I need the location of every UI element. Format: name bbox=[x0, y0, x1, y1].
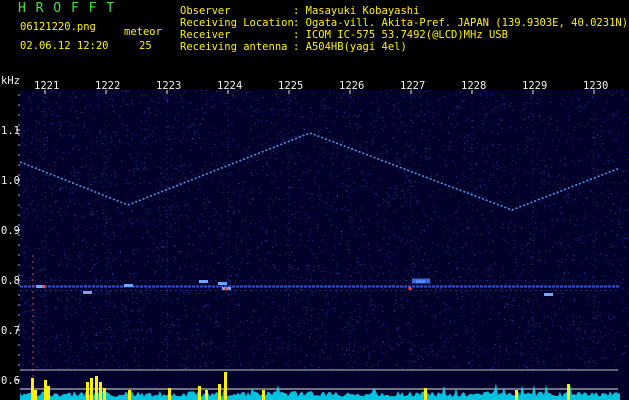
time-label: 1227 bbox=[400, 80, 425, 92]
y-tick-label: 0.8 bbox=[1, 275, 20, 287]
time-label: 1223 bbox=[156, 80, 181, 92]
time-label: 1224 bbox=[217, 80, 242, 92]
y-tick-label: 1.0 bbox=[1, 175, 20, 187]
meteor-echo-7 bbox=[544, 293, 553, 296]
time-label: 1222 bbox=[95, 80, 120, 92]
time-label: 1226 bbox=[339, 80, 364, 92]
time-label: 1228 bbox=[461, 80, 486, 92]
spectrogram: 1.1 1.0 0.9 0.8 0.7 0.6 kHz 1221 1222 1223 1224 122… bbox=[1, 75, 629, 400]
hot-echo-1 bbox=[224, 286, 228, 291]
hot-echo-0 bbox=[42, 284, 46, 289]
meteor-echo-4 bbox=[218, 282, 227, 285]
meteor-echo-cluster bbox=[412, 278, 430, 284]
y-tick-label: 0.9 bbox=[1, 225, 20, 237]
time-label: 1230 bbox=[583, 80, 608, 92]
y-tick-label: 1.1 bbox=[1, 125, 20, 137]
time-label: 1221 bbox=[34, 80, 59, 92]
meteor-echo-2 bbox=[124, 284, 133, 287]
meteor-echo-3 bbox=[199, 280, 208, 283]
y-unit-label: kHz bbox=[1, 75, 20, 87]
y-tick-label: 0.6 bbox=[1, 375, 20, 387]
spectrogram-background bbox=[20, 90, 629, 400]
hot-echo-2 bbox=[408, 286, 412, 291]
time-label: 1225 bbox=[278, 80, 303, 92]
meteor-echo-1 bbox=[83, 291, 92, 294]
y-tick-label: 0.7 bbox=[1, 325, 20, 337]
time-label: 1229 bbox=[522, 80, 547, 92]
